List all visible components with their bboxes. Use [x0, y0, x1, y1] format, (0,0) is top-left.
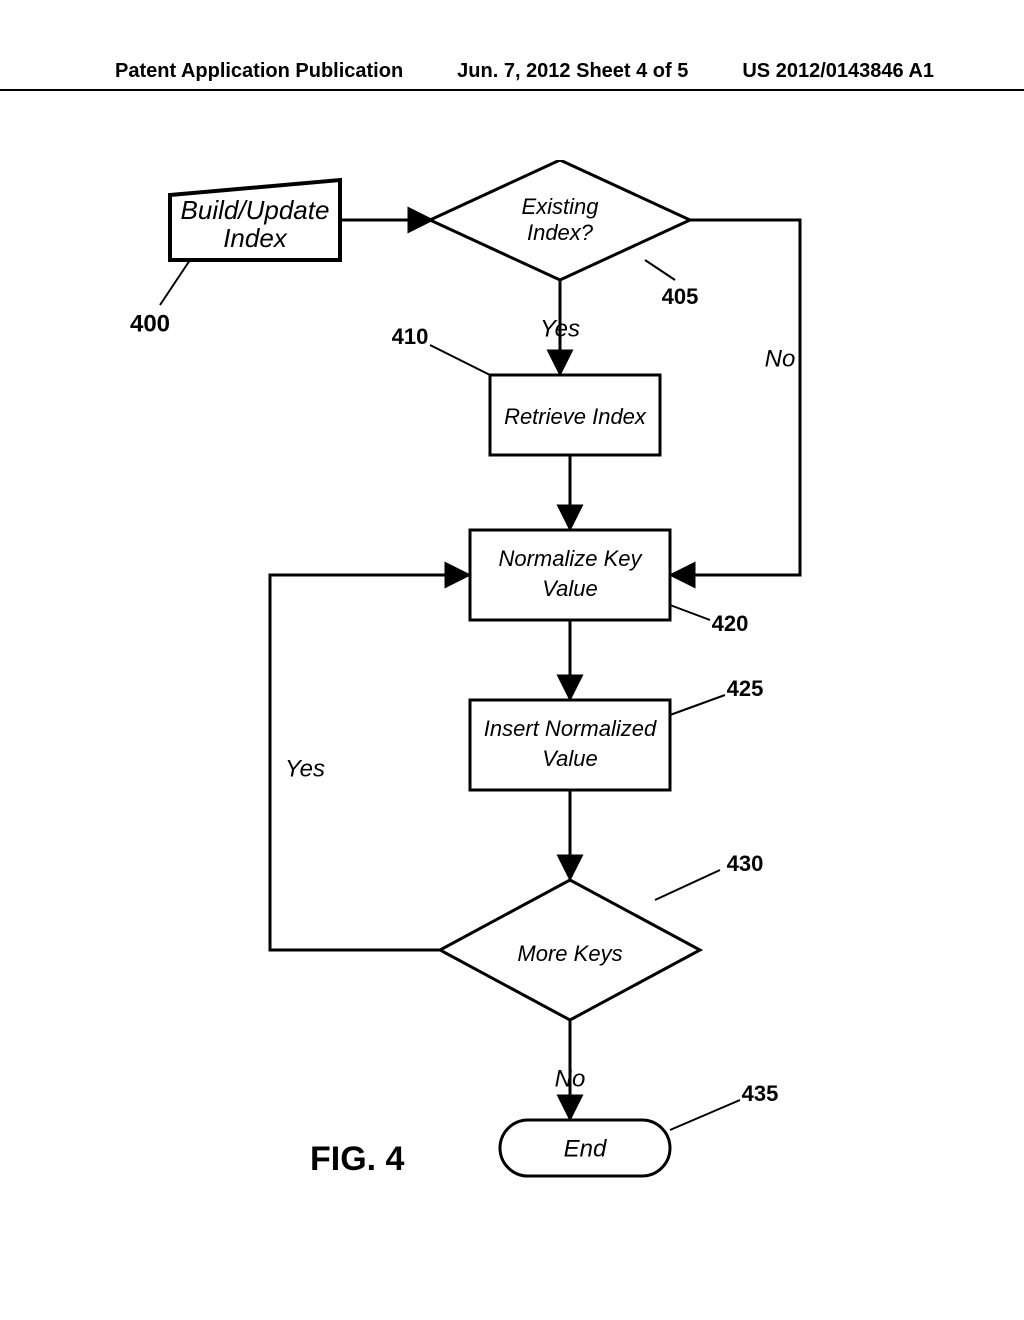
label-no1: No — [765, 345, 796, 372]
leader-410 — [430, 345, 490, 375]
node-existing-index: Existing Index? — [430, 160, 690, 280]
edge-no1 — [673, 220, 800, 575]
start-line2: Index — [223, 223, 288, 253]
node-end: End — [500, 1120, 670, 1176]
flowchart: Build/Update Index 400 Existing Index? 4… — [100, 160, 920, 1250]
insert-line2: Value — [542, 746, 597, 771]
leader-405 — [645, 260, 675, 280]
figure-title: FIG. 4 — [310, 1140, 404, 1179]
normalize-line2: Value — [542, 576, 597, 601]
node-insert: Insert Normalized Value — [470, 700, 670, 790]
ref-405: 405 — [662, 284, 699, 309]
label-yes1: Yes — [540, 315, 580, 342]
ref-425: 425 — [727, 676, 764, 701]
node-normalize: Normalize Key Value — [470, 530, 670, 620]
ref-420: 420 — [712, 611, 749, 636]
leader-425 — [670, 695, 725, 715]
header-left: Patent Application Publication — [115, 60, 403, 83]
start-line1: Build/Update — [181, 195, 330, 225]
ref-400: 400 — [130, 310, 170, 337]
label-no2: No — [555, 1065, 586, 1092]
page-header: Patent Application Publication Jun. 7, 2… — [0, 60, 1024, 91]
ref-410: 410 — [392, 324, 429, 349]
retrieve-text: Retrieve Index — [504, 404, 647, 429]
node-start: Build/Update Index — [170, 180, 340, 260]
ref-430: 430 — [727, 851, 764, 876]
existing-line2: Index? — [527, 220, 594, 245]
header-right: US 2012/0143846 A1 — [742, 60, 934, 83]
header-center: Jun. 7, 2012 Sheet 4 of 5 — [457, 60, 688, 83]
morekeys-text: More Keys — [517, 941, 622, 966]
normalize-line1: Normalize Key — [498, 546, 643, 571]
leader-400 — [160, 260, 190, 305]
existing-line1: Existing — [521, 194, 599, 219]
leader-435 — [670, 1100, 740, 1130]
insert-line1: Insert Normalized — [484, 716, 657, 741]
leader-430 — [655, 870, 720, 900]
node-more-keys: More Keys — [440, 880, 700, 1020]
end-text: End — [564, 1135, 607, 1162]
node-retrieve-index: Retrieve Index — [490, 375, 660, 455]
ref-435: 435 — [742, 1081, 779, 1106]
leader-420 — [670, 605, 710, 620]
label-yes2: Yes — [285, 755, 325, 782]
